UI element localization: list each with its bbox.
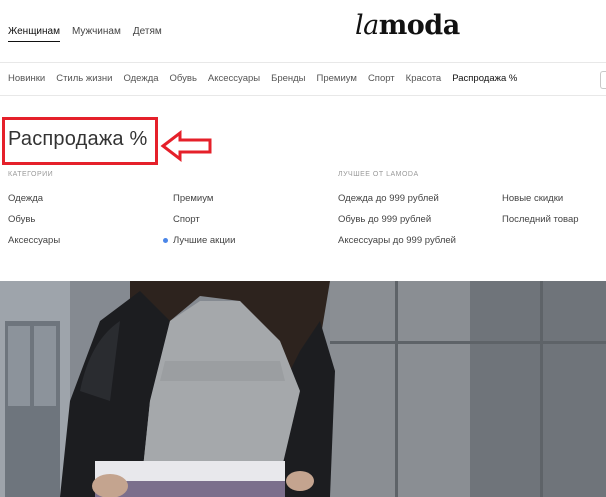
nav-item-new[interactable]: Новинки: [8, 73, 45, 84]
nav-item-shoes[interactable]: Обувь: [170, 73, 197, 84]
menu-link-accessories-999[interactable]: Аксессуары до 999 рублей: [338, 235, 456, 246]
nav-item-sport[interactable]: Спорт: [368, 73, 395, 84]
highlight-dot-icon: [163, 238, 168, 243]
menu-link-shoes[interactable]: Обувь: [8, 214, 35, 225]
tab-women[interactable]: Женщинам: [8, 26, 60, 42]
nav-item-lifestyle[interactable]: Стиль жизни: [56, 73, 112, 84]
logo-la: la: [355, 10, 379, 41]
hero-banner-image[interactable]: [0, 281, 606, 497]
gender-tabs: Женщинам Мужчинам Детям: [8, 26, 162, 42]
left-arrow-icon: [160, 129, 212, 163]
best-header: ЛУЧШЕЕ ОТ LAMODA: [338, 171, 419, 178]
nav-item-beauty[interactable]: Красота: [406, 73, 442, 84]
categories-header: КАТЕГОРИИ: [8, 171, 54, 178]
menu-link-accessories[interactable]: Аксессуары: [8, 235, 60, 246]
hero-photo-illustration: [0, 281, 606, 497]
menu-link-clothing[interactable]: Одежда: [8, 193, 43, 204]
menu-link-last-item[interactable]: Последний товар: [502, 214, 579, 225]
menu-link-shoes-999[interactable]: Обувь до 999 рублей: [338, 214, 431, 225]
nav-item-accessories[interactable]: Аксессуары: [208, 73, 260, 84]
nav-item-brands[interactable]: Бренды: [271, 73, 305, 84]
tab-men[interactable]: Мужчинам: [72, 26, 121, 42]
nav-item-clothing[interactable]: Одежда: [123, 73, 158, 84]
nav-item-sale[interactable]: Распродажа %: [452, 73, 517, 84]
menu-link-sport[interactable]: Спорт: [173, 214, 200, 225]
menu-title[interactable]: Распродажа %: [8, 128, 147, 151]
nav-item-premium[interactable]: Премиум: [317, 73, 357, 84]
menu-link-new-discounts[interactable]: Новые скидки: [502, 193, 563, 204]
top-header: Женщинам Мужчинам Детям lamoda: [0, 0, 606, 62]
logo-moda: moda: [378, 10, 460, 41]
lamoda-logo[interactable]: lamoda: [355, 10, 460, 41]
category-nav: Новинки Стиль жизни Одежда Обувь Аксессу…: [0, 62, 606, 96]
tab-kids[interactable]: Детям: [133, 26, 162, 42]
menu-link-premium[interactable]: Премиум: [173, 193, 213, 204]
search-box-edge[interactable]: [600, 71, 606, 89]
menu-link-best-deals[interactable]: Лучшие акции: [173, 235, 235, 246]
menu-link-clothing-999[interactable]: Одежда до 999 рублей: [338, 193, 439, 204]
